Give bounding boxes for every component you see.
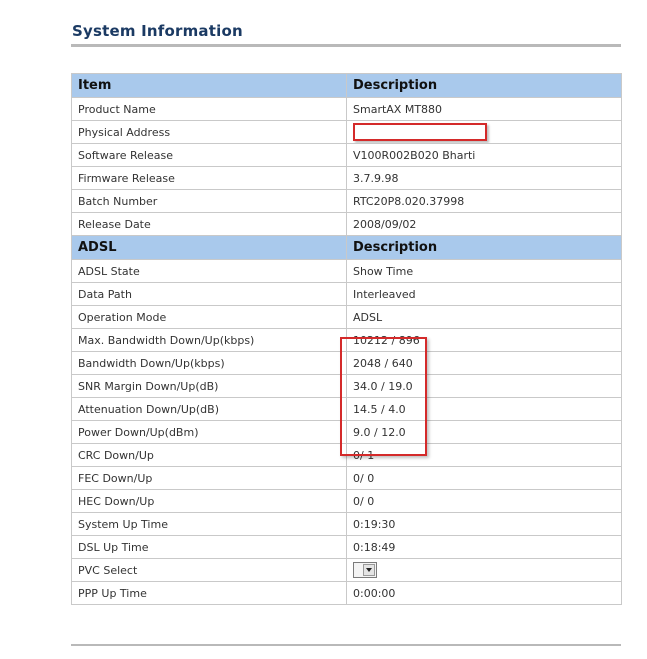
row-label: Release Date bbox=[71, 212, 347, 236]
row-value: 0/ 0 bbox=[346, 489, 622, 513]
row-value: 2008/09/02 bbox=[346, 212, 622, 236]
table-row: DSL Up Time 0:18:49 bbox=[71, 535, 622, 559]
row-label: PVC Select bbox=[71, 558, 347, 582]
row-value: 3.7.9.98 bbox=[346, 166, 622, 190]
table-row: PVC Select bbox=[71, 558, 622, 582]
row-value: ADSL bbox=[346, 305, 622, 329]
physical-address-value bbox=[346, 120, 622, 144]
table-row: Operation Mode ADSL bbox=[71, 305, 622, 329]
row-label: SNR Margin Down/Up(dB) bbox=[71, 374, 347, 398]
header-description: Description bbox=[346, 235, 622, 260]
table-row: Release Date 2008/09/02 bbox=[71, 212, 622, 236]
page-title: System Information bbox=[72, 22, 243, 40]
row-label: HEC Down/Up bbox=[71, 489, 347, 513]
row-label: Firmware Release bbox=[71, 166, 347, 190]
table-row: FEC Down/Up 0/ 0 bbox=[71, 466, 622, 490]
row-label: Attenuation Down/Up(dB) bbox=[71, 397, 347, 421]
table-row: Software Release V100R002B020 Bharti bbox=[71, 143, 622, 167]
chevron-down-icon[interactable] bbox=[363, 564, 375, 576]
header-description: Description bbox=[346, 73, 622, 98]
row-label: DSL Up Time bbox=[71, 535, 347, 559]
bottom-divider bbox=[71, 644, 621, 646]
row-value: 0:18:49 bbox=[346, 535, 622, 559]
table-row: PPP Up Time 0:00:00 bbox=[71, 581, 622, 605]
table-row: HEC Down/Up 0/ 0 bbox=[71, 489, 622, 513]
pvc-select-cell bbox=[346, 558, 622, 582]
row-value: 0:19:30 bbox=[346, 512, 622, 536]
row-label: Bandwidth Down/Up(kbps) bbox=[71, 351, 347, 375]
row-label: CRC Down/Up bbox=[71, 443, 347, 467]
table-header-adsl: ADSL Description bbox=[71, 235, 622, 260]
title-divider bbox=[71, 44, 621, 47]
table-header-item: Item Description bbox=[71, 73, 622, 98]
row-label: Product Name bbox=[71, 97, 347, 121]
row-value: V100R002B020 Bharti bbox=[346, 143, 622, 167]
row-label: Software Release bbox=[71, 143, 347, 167]
table-row: Physical Address bbox=[71, 120, 622, 144]
adsl-state-value: Show Time bbox=[346, 259, 622, 283]
table-row: Data Path Interleaved bbox=[71, 282, 622, 306]
row-label: PPP Up Time bbox=[71, 581, 347, 605]
row-label: System Up Time bbox=[71, 512, 347, 536]
row-value: 0:00:00 bbox=[346, 581, 622, 605]
row-label: Batch Number bbox=[71, 189, 347, 213]
row-label: Operation Mode bbox=[71, 305, 347, 329]
row-label: ADSL State bbox=[71, 259, 347, 283]
table-row: Product Name SmartAX MT880 bbox=[71, 97, 622, 121]
redaction-box bbox=[353, 123, 487, 141]
row-value: SmartAX MT880 bbox=[346, 97, 622, 121]
table-row: Firmware Release 3.7.9.98 bbox=[71, 166, 622, 190]
row-label: FEC Down/Up bbox=[71, 466, 347, 490]
row-label: Max. Bandwidth Down/Up(kbps) bbox=[71, 328, 347, 352]
pvc-select-dropdown[interactable] bbox=[353, 562, 377, 578]
annotation-highlight-box bbox=[340, 337, 427, 456]
row-value: 0/ 0 bbox=[346, 466, 622, 490]
row-label: Data Path bbox=[71, 282, 347, 306]
row-label: Physical Address bbox=[71, 120, 347, 144]
table-row: System Up Time 0:19:30 bbox=[71, 512, 622, 536]
header-adsl: ADSL bbox=[71, 235, 347, 260]
row-value: Interleaved bbox=[346, 282, 622, 306]
row-label: Power Down/Up(dBm) bbox=[71, 420, 347, 444]
table-row: ADSL State Show Time bbox=[71, 259, 622, 283]
header-item: Item bbox=[71, 73, 347, 98]
row-value: RTC20P8.020.37998 bbox=[346, 189, 622, 213]
table-row: Batch Number RTC20P8.020.37998 bbox=[71, 189, 622, 213]
